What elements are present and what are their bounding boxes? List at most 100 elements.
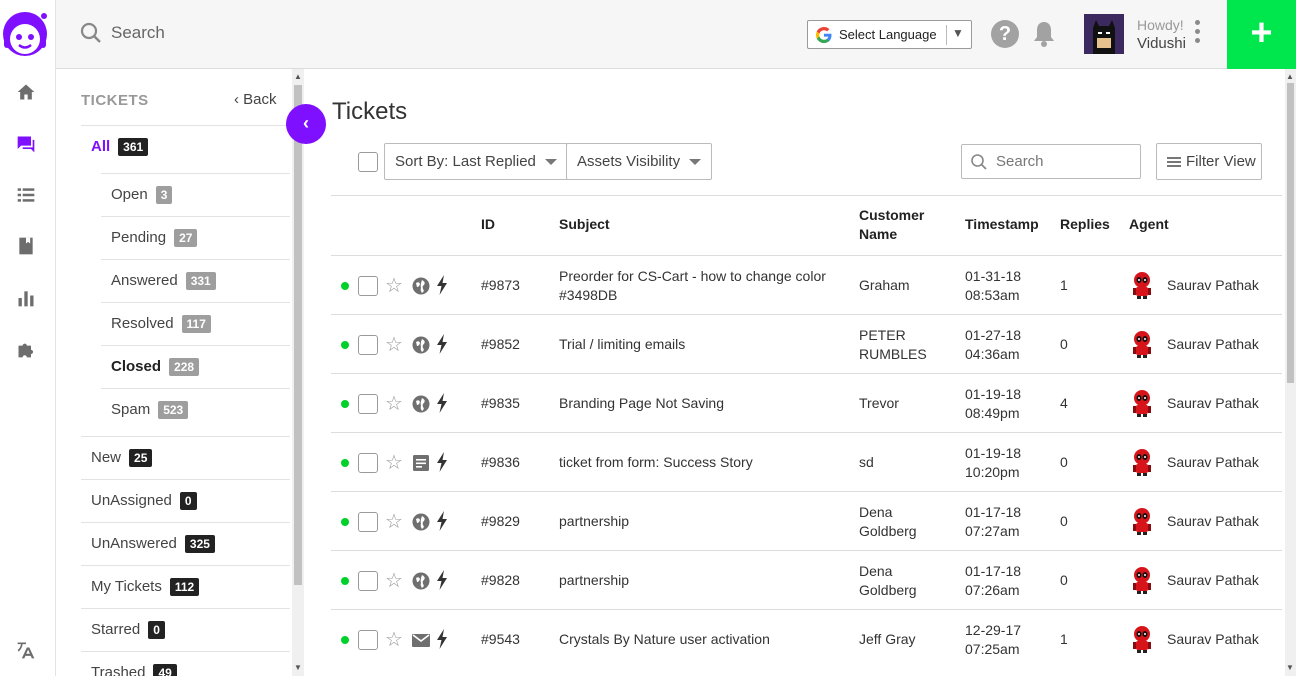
home-icon[interactable] xyxy=(14,80,38,104)
user-name[interactable]: Vidushi xyxy=(1137,35,1186,52)
table-row[interactable]: ☆ #9836 ticket from form: Success Story sd 0… xyxy=(331,432,1282,491)
ticket-subject[interactable]: partnership xyxy=(559,571,849,590)
column-header-customer-name[interactable]: Customer Name xyxy=(859,206,924,244)
filter-starred[interactable]: Starred 0 xyxy=(91,608,165,651)
sort-dropdown[interactable]: Sort By: Last Replied xyxy=(384,143,568,180)
filter-answered[interactable]: Answered 331 xyxy=(111,259,216,302)
ticket-subject[interactable]: Preorder for CS-Cart - how to change col… xyxy=(559,267,849,305)
list-icon[interactable] xyxy=(14,183,38,207)
column-header-subject[interactable]: Subject xyxy=(559,215,610,234)
search-icon[interactable] xyxy=(80,22,102,44)
column-header-id[interactable]: ID xyxy=(481,215,495,234)
star-icon[interactable]: ☆ xyxy=(385,391,403,416)
agent-name[interactable]: Saurav Pathak xyxy=(1167,512,1259,531)
row-checkbox[interactable] xyxy=(358,335,378,355)
row-checkbox[interactable] xyxy=(358,453,378,473)
ticket-id[interactable]: #9829 xyxy=(481,512,520,531)
ticket-subject[interactable]: Trial / limiting emails xyxy=(559,335,849,354)
scrollbar-thumb[interactable] xyxy=(1287,83,1294,383)
ticket-id[interactable]: #9852 xyxy=(481,335,520,354)
scrollbar-thumb[interactable] xyxy=(294,85,302,585)
scroll-up-icon[interactable]: ▲ xyxy=(294,72,302,81)
puzzle-icon[interactable] xyxy=(14,337,38,361)
table-row[interactable]: ☆ #9835 Branding Page Not Saving Trevor 01-1… xyxy=(331,373,1282,432)
notification-bell-icon[interactable] xyxy=(1031,19,1057,49)
column-header-replies[interactable]: Replies xyxy=(1060,215,1110,234)
agent-name[interactable]: Saurav Pathak xyxy=(1167,571,1259,590)
star-icon[interactable]: ☆ xyxy=(385,332,403,357)
column-header-timestamp[interactable]: Timestamp xyxy=(965,215,1039,234)
ticket-subject[interactable]: partnership xyxy=(559,512,849,531)
more-menu-icon[interactable] xyxy=(1195,20,1201,48)
filter-trashed[interactable]: Trashed 49 xyxy=(91,651,177,676)
row-checkbox[interactable] xyxy=(358,571,378,591)
filter-pending[interactable]: Pending 27 xyxy=(111,216,198,259)
agent-name[interactable]: Saurav Pathak xyxy=(1167,453,1259,472)
filter-closed[interactable]: Closed 228 xyxy=(111,345,200,388)
select-all-checkbox[interactable] xyxy=(358,152,378,172)
ticket-id[interactable]: #9828 xyxy=(481,571,520,590)
agent-name[interactable]: Saurav Pathak xyxy=(1167,394,1259,413)
table-row[interactable]: ☆ #9852 Trial / limiting emails PETER RUMBLE… xyxy=(331,314,1282,373)
row-checkbox[interactable] xyxy=(358,394,378,414)
table-row[interactable]: ☆ #9829 partnership Dena Goldberg 01-17-18 07:… xyxy=(331,491,1282,550)
assets-visibility-dropdown[interactable]: Assets Visibility xyxy=(566,143,713,180)
filter-resolved[interactable]: Resolved 117 xyxy=(111,302,211,345)
bar-chart-icon[interactable] xyxy=(14,286,38,310)
agent-name[interactable]: Saurav Pathak xyxy=(1167,276,1259,295)
row-checkbox[interactable] xyxy=(358,276,378,296)
ticket-id[interactable]: #9835 xyxy=(481,394,520,413)
star-icon[interactable]: ☆ xyxy=(385,450,403,475)
filter-view-button[interactable]: Filter View xyxy=(1156,143,1262,180)
star-icon[interactable]: ☆ xyxy=(385,509,403,534)
collapse-sidebar-button[interactable]: ‹ xyxy=(286,104,326,144)
global-search-input[interactable]: Search xyxy=(111,23,165,43)
lightning-icon[interactable] xyxy=(435,628,449,650)
book-icon[interactable] xyxy=(14,234,38,258)
filter-open[interactable]: Open 3 xyxy=(111,173,173,216)
star-icon[interactable]: ☆ xyxy=(385,273,403,298)
translate-icon[interactable] xyxy=(14,638,38,662)
scroll-up-icon[interactable]: ▲ xyxy=(1286,72,1294,81)
ticket-subject[interactable]: Branding Page Not Saving xyxy=(559,394,849,413)
helpdesk-logo-icon[interactable] xyxy=(0,6,52,62)
ticket-search-input[interactable]: Search xyxy=(961,144,1141,179)
table-row[interactable]: ☆ #9543 Crystals By Nature user activation… xyxy=(331,609,1282,668)
main-scrollbar[interactable]: ▲ ▼ xyxy=(1285,69,1296,676)
agent-name[interactable]: Saurav Pathak xyxy=(1167,630,1259,649)
ticket-id[interactable]: #9873 xyxy=(481,276,520,295)
filter-unassigned[interactable]: UnAssigned 0 xyxy=(91,479,197,522)
lightning-icon[interactable] xyxy=(435,333,449,355)
ticket-subject[interactable]: Crystals By Nature user activation xyxy=(559,630,849,649)
lightning-icon[interactable] xyxy=(435,569,449,591)
user-avatar[interactable] xyxy=(1084,14,1124,54)
column-header-agent[interactable]: Agent xyxy=(1129,215,1169,234)
filter-all[interactable]: All 361 xyxy=(91,125,149,168)
agent-name[interactable]: Saurav Pathak xyxy=(1167,335,1259,354)
scroll-down-icon[interactable]: ▼ xyxy=(294,663,302,672)
chat-icon[interactable] xyxy=(14,132,38,156)
ticket-id[interactable]: #9836 xyxy=(481,453,520,472)
sidebar-scrollbar[interactable]: ▲ ▼ xyxy=(292,69,304,676)
filter-my-tickets[interactable]: My Tickets 112 xyxy=(91,565,200,608)
filter-unanswered[interactable]: UnAnswered 325 xyxy=(91,522,215,565)
ticket-id[interactable]: #9543 xyxy=(481,630,520,649)
lightning-icon[interactable] xyxy=(435,274,449,296)
row-checkbox[interactable] xyxy=(358,630,378,650)
table-row[interactable]: ☆ #9873 Preorder for CS-Cart - how to chan… xyxy=(331,255,1282,314)
lightning-icon[interactable] xyxy=(435,510,449,532)
lightning-icon[interactable] xyxy=(435,392,449,414)
back-button[interactable]: ‹ Back xyxy=(234,91,277,108)
scroll-down-icon[interactable]: ▼ xyxy=(1286,663,1294,672)
help-icon[interactable]: ? xyxy=(991,20,1019,48)
star-icon[interactable]: ☆ xyxy=(385,568,403,593)
star-icon[interactable]: ☆ xyxy=(385,627,403,652)
filter-new[interactable]: New 25 xyxy=(91,436,153,479)
language-select[interactable]: Select Language ▼ xyxy=(807,20,972,49)
row-checkbox[interactable] xyxy=(358,512,378,532)
ticket-subject[interactable]: ticket from form: Success Story xyxy=(559,453,849,472)
add-ticket-button[interactable]: + xyxy=(1227,0,1296,69)
filter-spam[interactable]: Spam 523 xyxy=(111,388,189,431)
table-row[interactable]: ☆ #9828 partnership Dena Goldberg 01-17-18 07:… xyxy=(331,550,1282,609)
lightning-icon[interactable] xyxy=(435,451,449,473)
